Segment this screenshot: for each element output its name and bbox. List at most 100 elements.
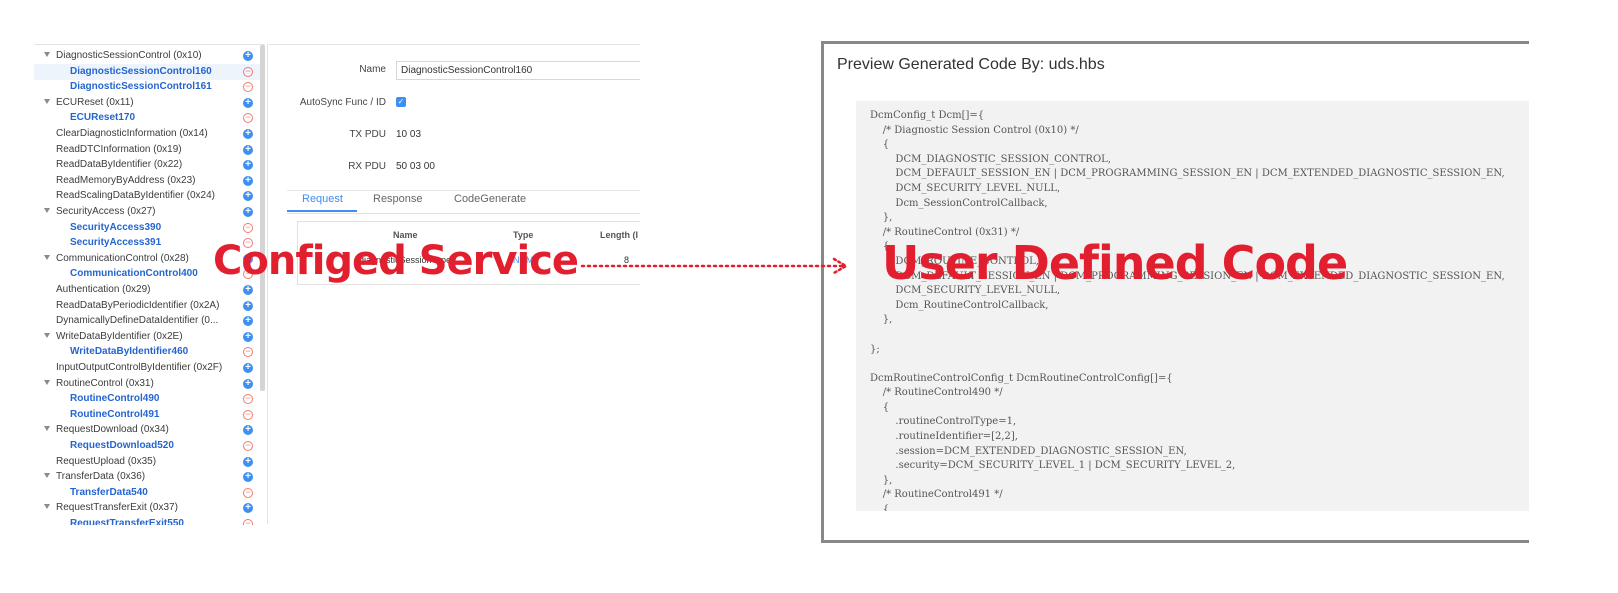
dotted-arrow-icon [580, 257, 849, 275]
tree-service-instance[interactable]: WriteDataByIdentifier460 − [34, 344, 262, 360]
tree-service-node[interactable]: ClearDiagnosticInformation (0x14) + [34, 126, 262, 142]
tree-item-label: RequestDownload520 [70, 440, 174, 451]
add-instance-icon[interactable]: + [243, 331, 253, 342]
tree-service-instance[interactable]: RequestTransferExit550 − [34, 516, 262, 525]
add-instance-icon[interactable]: + [243, 51, 253, 61]
caret-down-icon[interactable] [44, 208, 50, 213]
add-instance-icon[interactable]: + [243, 97, 253, 108]
annotation-configed-service: Configed Service [213, 238, 579, 284]
tree-service-node[interactable]: SecurityAccess (0x27) + [34, 204, 262, 220]
tree-item-label: ECUReset (0x11) [56, 96, 134, 108]
tree-item-label: RoutineControl (0x31) [56, 377, 154, 389]
add-instance-icon[interactable]: + [243, 378, 253, 389]
grid-header-length: Length (I [600, 230, 638, 240]
tree-service-instance[interactable]: ECUReset170 − [34, 110, 262, 126]
tree-service-node[interactable]: InputOutputControlByIdentifier (0x2F) + [34, 360, 262, 376]
tree-item-label: RoutineControl491 [70, 408, 160, 420]
caret-down-icon[interactable] [44, 426, 50, 432]
add-instance-icon[interactable]: + [243, 425, 253, 436]
tree-item-label: RequestTransferExit550 [70, 518, 184, 525]
tree-item-label: RequestDownload (0x34) [56, 424, 169, 436]
add-instance-icon[interactable]: + [243, 363, 253, 373]
autosync-checkbox[interactable]: ✓ [396, 97, 406, 107]
tree-service-node[interactable]: RoutineControl (0x31) + [34, 376, 262, 392]
rx-pdu-label: RX PDU [348, 161, 386, 172]
panel-divider [267, 44, 268, 524]
tree-service-node[interactable]: RequestTransferExit (0x37) + [34, 500, 262, 516]
code-preview-panel: Preview Generated Code By: uds.hbs DcmCo… [821, 41, 1529, 543]
caret-down-icon[interactable] [44, 98, 50, 104]
tree-service-instance[interactable]: TransferData540 − [34, 485, 262, 501]
remove-instance-icon[interactable]: − [243, 394, 253, 405]
tree-service-node[interactable]: ReadMemoryByAddress (0x23) + [34, 173, 262, 189]
rx-pdu-value[interactable]: 50 03 00 [396, 161, 435, 172]
tab-request[interactable]: Request [302, 193, 343, 205]
tab-codegenerate[interactable]: CodeGenerate [454, 193, 526, 205]
caret-down-icon[interactable] [44, 52, 50, 57]
caret-down-icon[interactable] [44, 332, 50, 338]
tx-pdu-value[interactable]: 10 03 [396, 129, 421, 140]
tree-item-label: RequestUpload (0x35) [56, 455, 157, 467]
caret-down-icon[interactable] [44, 254, 50, 260]
tree-scrollbar[interactable] [260, 45, 265, 391]
tree-item-label: CommunicationControl (0x28) [56, 252, 189, 264]
tree-item-label: DynamicallyDefineDataIdentifier (0... [56, 315, 219, 327]
tree-service-node[interactable]: RequestUpload (0x35) + [34, 454, 262, 470]
tree-service-instance[interactable]: RoutineControl490 − [34, 391, 262, 407]
remove-instance-icon[interactable]: − [243, 113, 253, 124]
remove-instance-icon[interactable]: − [243, 487, 253, 498]
tree-service-node[interactable]: ReadDataByIdentifier (0x22) + [34, 157, 262, 173]
add-instance-icon[interactable]: + [243, 207, 253, 217]
add-instance-icon[interactable]: + [243, 191, 253, 202]
add-instance-icon[interactable]: + [243, 316, 253, 327]
name-label: Name [359, 64, 386, 75]
tree-item-label: RequestTransferExit (0x37) [56, 502, 178, 514]
remove-instance-icon[interactable]: − [243, 222, 253, 233]
name-input[interactable]: DiagnosticSessionControl160 [396, 61, 640, 80]
active-tab-indicator [287, 210, 357, 212]
add-instance-icon[interactable]: + [243, 160, 253, 171]
tree-item-label: SecurityAccess390 [70, 221, 162, 233]
tree-service-node[interactable]: WriteDataByIdentifier (0x2E) + [34, 329, 262, 345]
tree-service-instance[interactable]: RoutineControl491 − [34, 407, 262, 423]
tree-service-node[interactable]: TransferData (0x36) + [34, 469, 262, 485]
tab-response[interactable]: Response [373, 193, 423, 205]
code-box[interactable]: DcmConfig_t Dcm[]={ /* Diagnostic Sessio… [856, 101, 1529, 511]
caret-down-icon[interactable] [44, 504, 50, 510]
remove-instance-icon[interactable]: − [243, 66, 253, 77]
autosync-label: AutoSync Func / ID [299, 97, 386, 108]
add-instance-icon[interactable]: + [243, 300, 253, 311]
caret-down-icon[interactable] [44, 379, 50, 385]
tree-service-node[interactable]: DiagnosticSessionControl (0x10) + [34, 48, 262, 64]
remove-instance-icon[interactable]: − [243, 409, 253, 420]
tree-service-instance[interactable]: SecurityAccess390 − [34, 220, 262, 236]
tree-item-label: CommunicationControl400 [70, 268, 198, 280]
tx-pdu-label: TX PDU [349, 129, 386, 140]
add-instance-icon[interactable]: + [243, 144, 253, 155]
remove-instance-icon[interactable]: − [243, 519, 253, 525]
tree-service-node[interactable]: ReadDTCInformation (0x19) + [34, 142, 262, 158]
remove-instance-icon[interactable]: − [243, 347, 253, 358]
add-instance-icon[interactable]: + [243, 285, 253, 295]
add-instance-icon[interactable]: + [243, 129, 253, 139]
tree-item-label: ReadDataByIdentifier (0x22) [56, 159, 183, 171]
tree-item-label: DiagnosticSessionControl160 [70, 65, 212, 77]
tree-service-node[interactable]: Authentication (0x29) + [34, 282, 262, 298]
caret-down-icon[interactable] [44, 473, 50, 479]
tree-service-node[interactable]: RequestDownload (0x34) + [34, 422, 262, 438]
tree-service-instance[interactable]: DiagnosticSessionControl160 − [34, 63, 262, 80]
tree-service-node[interactable]: ReadScalingDataByIdentifier (0x24) + [34, 188, 262, 204]
remove-instance-icon[interactable]: − [243, 441, 253, 451]
add-instance-icon[interactable]: + [243, 503, 253, 514]
tree-service-instance[interactable]: RequestDownload520 − [34, 438, 262, 454]
tree-service-node[interactable]: ECUReset (0x11) + [34, 95, 262, 111]
tree-service-instance[interactable]: DiagnosticSessionControl161 − [34, 79, 262, 95]
add-instance-icon[interactable]: + [243, 175, 253, 186]
tree-item-label: TransferData540 [70, 486, 148, 498]
tree-item-label: DiagnosticSessionControl (0x10) [56, 50, 202, 61]
add-instance-icon[interactable]: + [243, 456, 253, 467]
add-instance-icon[interactable]: + [243, 472, 253, 483]
tree-service-node[interactable]: DynamicallyDefineDataIdentifier (0... + [34, 313, 262, 329]
tree-service-node[interactable]: ReadDataByPeriodicIdentifier (0x2A) + [34, 298, 262, 314]
remove-instance-icon[interactable]: − [243, 82, 253, 93]
